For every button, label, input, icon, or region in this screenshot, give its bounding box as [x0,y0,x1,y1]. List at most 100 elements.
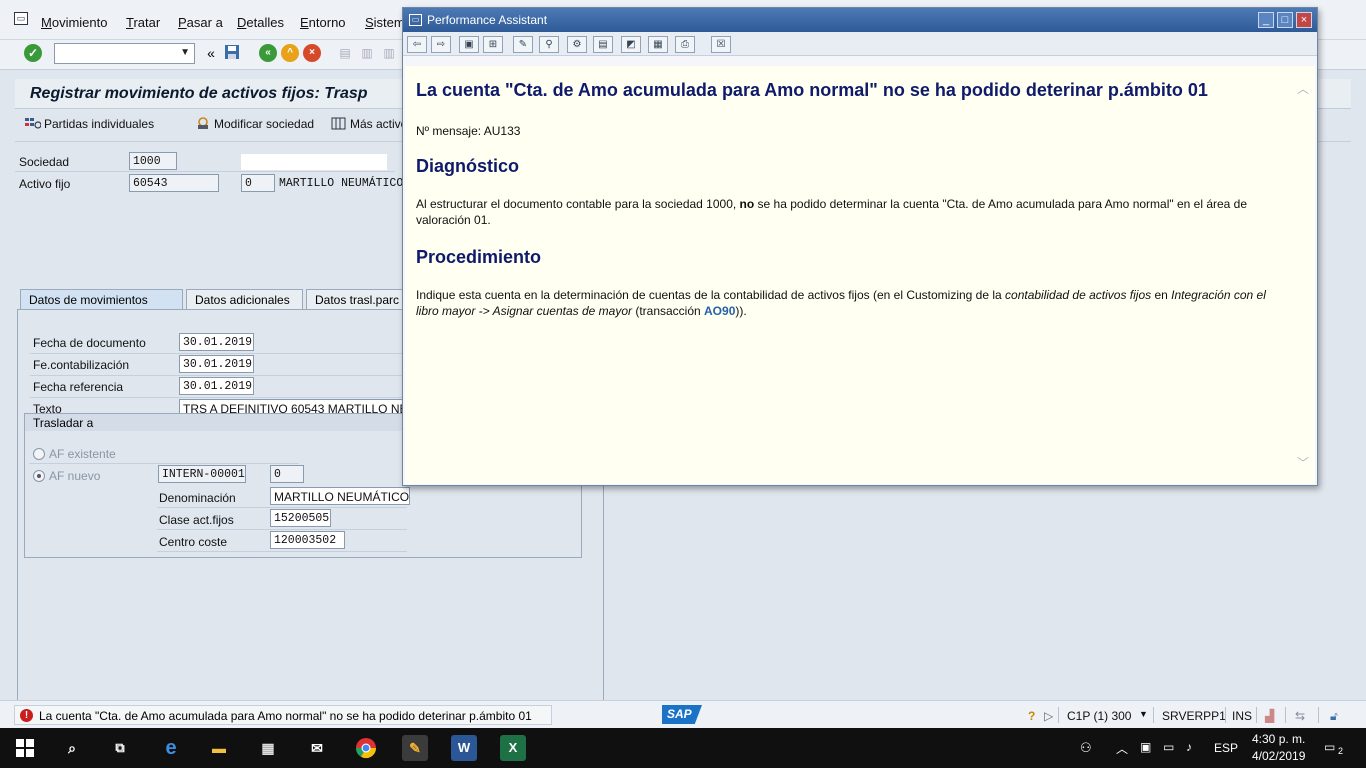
windows-start-icon[interactable] [12,735,38,761]
separator [1225,707,1226,723]
print-icon[interactable]: ▤ [336,44,354,62]
user-settings-icon[interactable]: ⚙ [567,36,587,53]
exit-icon[interactable]: ^ [281,44,299,62]
cancel-icon[interactable]: × [303,44,321,62]
procedimiento-heading: Procedimiento [416,247,542,267]
menu-sistema[interactable]: Sistem [365,15,405,30]
separator [1318,707,1319,723]
system-menu-icon[interactable]: ▭ [14,12,28,25]
clock-date[interactable]: 4/02/2019 [1252,749,1305,763]
separator [1285,707,1286,723]
clock-time[interactable]: 4:30 p. m. [1252,732,1305,746]
fecha-documento-field[interactable]: 30.01.2019 [179,333,254,351]
scroll-up-icon[interactable]: ︿ [1297,80,1309,97]
maximize-button[interactable]: □ [1277,12,1293,28]
network-icon[interactable]: ▭ [1163,740,1174,754]
chevron-up-icon[interactable]: ︿ [1116,740,1128,757]
store-icon[interactable]: ▦ [255,735,281,761]
minimize-button[interactable]: _ [1258,12,1274,28]
status-message[interactable]: ! La cuenta "Cta. de Amo acumulada para … [14,705,552,725]
af-nuevo-subnum-field[interactable]: 0 [270,465,304,483]
denominacion-field[interactable]: MARTILLO NEUMÁTICO [270,487,410,505]
tab-datos-adicionales-label: Datos adicionales [195,293,290,307]
row-divider [30,397,420,398]
back-arrow-icon[interactable]: ⇦ [407,36,427,53]
message-number: Nº mensaje: AU133 [416,124,521,138]
tray-app-icon[interactable]: ▣ [1140,740,1151,754]
mas-activos-button[interactable]: Más activo [331,117,407,131]
edge-browser-icon[interactable]: e [158,735,184,761]
scroll-down-icon[interactable]: ﹀ [1297,454,1309,471]
row-divider [29,463,299,464]
search-icon[interactable]: ⌕ [59,735,85,761]
sap-logon-icon[interactable]: ✎ [402,735,428,761]
notifications-icon[interactable]: ▭ [1324,740,1335,754]
word-icon[interactable]: W [451,735,477,761]
activo-descripcion: MARTILLO NEUMÁTICO [279,177,404,190]
file-explorer-icon[interactable]: ▬ [206,735,232,761]
close-window-icon[interactable]: ☒ [711,36,731,53]
menu-entorno[interactable]: Entorno [300,15,346,30]
popup-toolbar: ⇦ ⇨ ▣ ⊞ ✎ ⚲ ⚙ ▤ ◩ ▦ ⎙ ☒ [403,32,1317,56]
glossary-icon[interactable]: ▦ [648,36,668,53]
menu-detalles[interactable]: Detalles [237,15,284,30]
excel-icon[interactable]: X [500,735,526,761]
server-name: SRVERPP1 [1162,709,1226,723]
volume-icon[interactable]: ♪ [1186,740,1192,754]
command-field[interactable]: ▼ [54,43,195,64]
system-dropdown-icon[interactable]: ▼ [1139,709,1148,719]
diag-text-bold: no [739,197,755,211]
display-icon[interactable]: ◩ [621,36,641,53]
collapse-icon[interactable]: « [202,44,220,62]
fecha-referencia-field[interactable]: 30.01.2019 [179,377,254,395]
close-button[interactable]: × [1296,12,1312,28]
af-nuevo-radio[interactable] [33,470,45,482]
mail-icon[interactable]: ✉ [304,735,330,761]
find-icon[interactable]: ▥ [358,44,376,62]
partidas-individuales-button[interactable]: Partidas individuales [25,117,154,131]
language-indicator[interactable]: ESP [1214,741,1238,755]
af-existente-radio[interactable] [33,448,45,460]
save-icon[interactable] [223,44,241,62]
proc-text-b: en [1151,288,1172,302]
centro-coste-field[interactable]: 120003502 [270,531,345,549]
fecha-contabilizacion-label: Fe.contabilización [33,358,130,372]
tab-datos-adicionales[interactable]: Datos adicionales [186,289,303,309]
centro-coste-label: Centro coste [159,535,228,549]
help-icon[interactable]: ? [1028,709,1035,723]
transaction-link[interactable]: AO90 [704,304,735,318]
structure-icon[interactable]: ⊞ [483,36,503,53]
error-icon: ! [20,709,33,722]
task-view-icon[interactable]: ⧉ [107,735,133,761]
edit-icon[interactable]: ✎ [513,36,533,53]
popup-titlebar[interactable]: ▭ Performance Assistant _ □ × [403,8,1317,32]
menu-pasar-a[interactable]: Pasar a [178,15,223,30]
sociedad-field[interactable]: 1000 [129,152,177,170]
technical-info-icon[interactable]: ⚲ [539,36,559,53]
expand-arrow-icon[interactable]: ▷ [1044,709,1053,723]
sociedad-label: Sociedad [19,155,70,169]
menu-tratar[interactable]: Tratar [126,15,160,30]
tab-datos-movimientos[interactable]: Datos de movimientos [20,289,183,309]
table-icon [331,117,347,130]
chrome-icon[interactable] [353,735,379,761]
activo-fijo-field[interactable]: 60543 [129,174,219,192]
notes-icon[interactable]: ▤ [593,36,613,53]
company-name-blank [241,154,387,170]
modificar-sociedad-button[interactable]: Modificar sociedad [195,117,314,131]
af-nuevo-field[interactable]: INTERN-00001 [158,465,246,483]
menu-movimiento[interactable]: Movimiento [41,15,107,30]
fecha-contabilizacion-field[interactable]: 30.01.2019 [179,355,254,373]
people-icon[interactable]: ⚇ [1080,740,1092,756]
back-icon[interactable]: « [259,44,277,62]
enter-check-icon[interactable]: ✓ [24,44,42,62]
tab-datos-trasl-parc[interactable]: Datos trasl.parc [306,289,406,309]
subnumero-field[interactable]: 0 [241,174,275,192]
book-icon[interactable]: ▣ [459,36,479,53]
forward-arrow-icon[interactable]: ⇨ [431,36,451,53]
print-icon[interactable]: ⎙ [675,36,695,53]
clase-act-fijos-field[interactable]: 15200505 [270,509,331,527]
chevron-down-icon[interactable]: ▼ [180,47,190,58]
find-next-icon[interactable]: ▥ [380,44,398,62]
input-mode: INS [1232,709,1253,723]
